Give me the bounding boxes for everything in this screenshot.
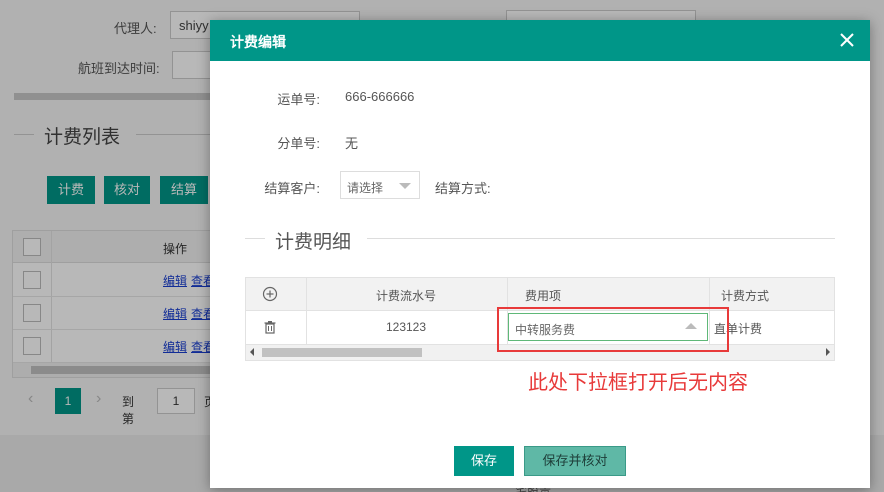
sub-waybill-label: 分单号: bbox=[277, 136, 320, 151]
save-and-check-button[interactable]: 保存并核对 bbox=[524, 446, 626, 476]
settle-method-label: 结算方式: bbox=[435, 181, 491, 196]
annotation-highlight-box bbox=[497, 307, 729, 352]
detail-section-title: 计费明细 bbox=[245, 226, 835, 253]
waybill-value: 666-666666 bbox=[345, 89, 415, 104]
chevron-down-icon bbox=[399, 183, 411, 189]
add-row-icon[interactable] bbox=[262, 286, 278, 302]
section-line-right bbox=[367, 238, 835, 239]
annotation-text: 此处下拉框打开后无内容 bbox=[528, 372, 748, 394]
grid-header-serial: 计费流水号 bbox=[375, 289, 436, 303]
waybill-label: 运单号: bbox=[277, 92, 320, 107]
modal-header: 计费编辑 bbox=[210, 20, 870, 61]
modal-title: 计费编辑 bbox=[230, 34, 286, 50]
customer-label: 结算客户: bbox=[264, 181, 320, 196]
close-icon[interactable] bbox=[838, 31, 856, 49]
bill-edit-modal: 计费编辑 运单号: 666-666666 分单号: 无 结算客户: 请选择 结算… bbox=[210, 20, 870, 488]
section-line-left bbox=[245, 238, 265, 239]
row-serial: 123123 bbox=[385, 320, 427, 334]
customer-select[interactable]: 请选择 bbox=[340, 171, 420, 199]
customer-placeholder: 请选择 bbox=[347, 181, 384, 195]
grid-scroll-thumb[interactable] bbox=[262, 348, 422, 357]
grid-header-fee-item: 费用项 bbox=[524, 289, 561, 303]
section-title: 计费明细 bbox=[275, 232, 352, 253]
scroll-right-icon[interactable] bbox=[826, 348, 830, 356]
trash-icon[interactable] bbox=[263, 320, 277, 334]
scroll-left-icon[interactable] bbox=[250, 348, 254, 356]
sub-waybill-value: 无 bbox=[345, 136, 359, 151]
save-button[interactable]: 保存 bbox=[454, 446, 514, 476]
grid-header-calc-method: 计费方式 bbox=[720, 289, 769, 303]
grid-col-divider bbox=[306, 278, 307, 344]
